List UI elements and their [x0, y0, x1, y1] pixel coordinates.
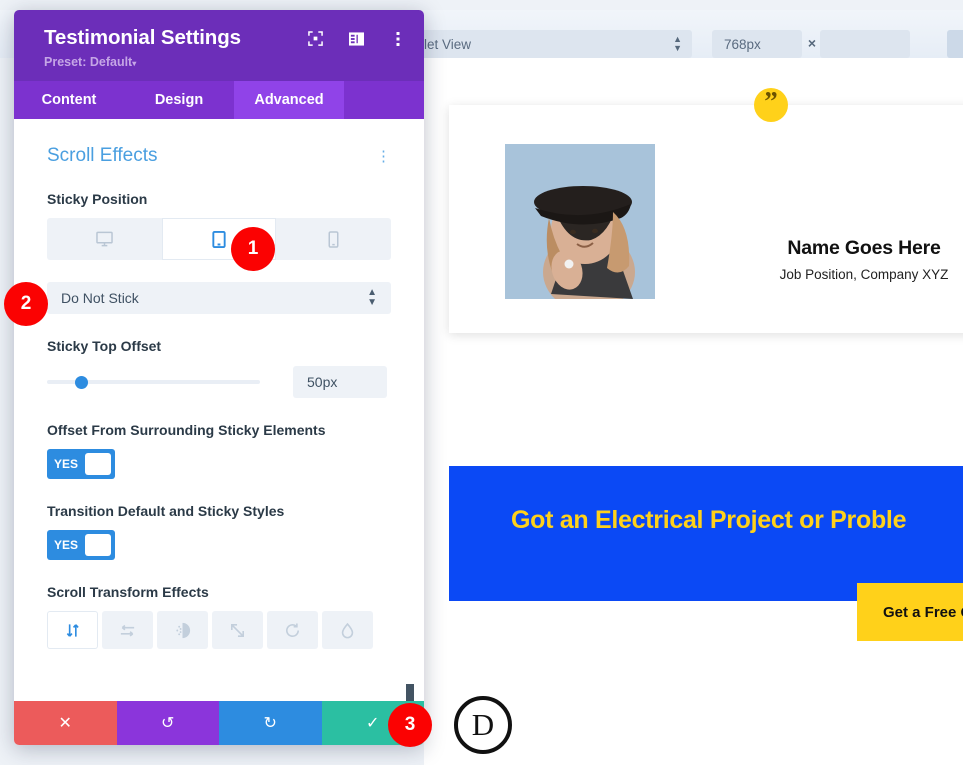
sticky-top-offset-label: Sticky Top Offset	[47, 338, 162, 355]
tab-advanced[interactable]: Advanced	[234, 81, 344, 119]
check-icon: ✓	[366, 715, 380, 732]
settings-body: Scroll Effects ⋮ Sticky Position Do Not …	[14, 119, 424, 701]
viewport-select[interactable]: let View ▲ ▼	[414, 30, 692, 58]
device-phone-button[interactable]	[276, 218, 391, 260]
scroll-transform-label: Scroll Transform Effects	[47, 584, 209, 601]
quote-icon: ”	[754, 88, 788, 122]
sticky-position-select[interactable]: Do Not Stick ▲ ▼	[47, 282, 391, 315]
section-more-icon[interactable]: ⋮	[376, 149, 391, 164]
dimension-separator: ×	[807, 35, 817, 51]
slider-handle[interactable]	[75, 375, 88, 389]
sticky-top-offset-row: 50px	[47, 365, 391, 398]
viewport-select-value: let View	[424, 36, 472, 52]
scroll-effects-section-header: Scroll Effects ⋮	[47, 145, 391, 167]
offset-surrounding-toggle-value: YES	[53, 456, 78, 471]
scroll-transform-effects-group	[47, 611, 391, 650]
settings-tabs: Content Design Advanced	[14, 81, 424, 119]
blur-icon[interactable]	[322, 611, 373, 650]
layout-panel-icon[interactable]	[348, 30, 365, 47]
device-desktop-button[interactable]	[47, 218, 162, 260]
toolbar-extra-button[interactable]	[947, 30, 963, 58]
horizontal-motion-icon[interactable]	[102, 611, 153, 650]
rotate-icon[interactable]	[267, 611, 318, 650]
undo-icon: ↺	[161, 715, 175, 732]
section-heading-clipped: TESTIMONIALS	[714, 58, 834, 63]
sticky-position-value: Do Not Stick	[61, 290, 139, 307]
testimonial-card[interactable]: ” Name Goes Here Job Position, Company X…	[449, 88, 963, 333]
toggle-knob	[85, 452, 111, 475]
viewport-width-input[interactable]: 768px	[712, 30, 802, 58]
cta-heading: Got an Electrical Project or Proble	[511, 506, 907, 534]
testimonial-role: Job Position, Company XYZ	[779, 267, 949, 282]
preset-selector[interactable]: Preset: Default▾	[44, 55, 404, 69]
vertical-motion-icon[interactable]	[47, 611, 98, 650]
toggle-knob	[85, 534, 111, 557]
caret-down-icon: ▾	[132, 59, 137, 68]
offset-surrounding-toggle[interactable]: YES	[47, 448, 115, 479]
redo-icon: ↻	[263, 715, 277, 732]
focus-icon[interactable]	[307, 30, 324, 47]
screen-root: let View ▲▼ 768px × TESTIMONIALS ”	[0, 0, 963, 765]
settings-header: Testimonial Settings Preset: Default▾	[14, 10, 424, 81]
page-preview-canvas: TESTIMONIALS ”	[424, 58, 963, 765]
settings-scrollbar-thumb[interactable]	[406, 684, 414, 701]
tab-design[interactable]: Design	[124, 81, 234, 119]
offset-surrounding-label: Offset From Surrounding Sticky Elements	[47, 421, 326, 438]
settings-header-icons	[307, 30, 406, 47]
preset-label: Preset: Default	[44, 55, 133, 69]
tabs-filler	[344, 81, 424, 119]
divi-logo: D	[454, 696, 512, 754]
transition-styles-label: Transition Default and Sticky Styles	[47, 502, 285, 519]
more-vertical-icon[interactable]	[389, 30, 406, 47]
sticky-top-offset-input[interactable]: 50px	[293, 365, 387, 398]
tab-content[interactable]: Content	[14, 81, 124, 119]
chevron-updown-icon: ▲ ▼	[367, 287, 377, 309]
sticky-position-device-toggle	[47, 218, 391, 261]
fade-icon[interactable]	[157, 611, 208, 650]
testimonial-portrait	[505, 144, 655, 299]
close-icon: ✕	[58, 715, 72, 732]
sticky-position-label: Sticky Position	[47, 191, 148, 207]
testimonial-settings-modal: Testimonial Settings Preset: Default▾ Co…	[14, 10, 424, 745]
tab-design-label: Design	[154, 92, 204, 108]
section-title: Scroll Effects	[47, 145, 158, 166]
chevron-updown-icon: ▲ ▼	[673, 34, 682, 53]
cta-button-label: Get a Free Q	[883, 603, 963, 621]
viewport-height-input[interactable]	[820, 30, 910, 58]
settings-footer: ✕ ↺ ↻ ✓	[14, 701, 424, 745]
undo-button[interactable]: ↺	[116, 701, 219, 745]
cancel-button[interactable]: ✕	[14, 701, 117, 745]
transition-styles-toggle[interactable]: YES	[47, 530, 115, 561]
scale-icon[interactable]	[212, 611, 263, 650]
callout-badge-3: 3	[388, 703, 432, 747]
tab-content-label: Content	[41, 92, 97, 108]
portrait-illustration	[505, 144, 655, 299]
transition-styles-toggle-value: YES	[53, 538, 78, 553]
sticky-top-offset-slider[interactable]	[47, 366, 260, 398]
tab-advanced-label: Advanced	[254, 92, 324, 108]
testimonial-name: Name Goes Here	[787, 237, 941, 259]
redo-button[interactable]: ↻	[219, 701, 322, 745]
callout-badge-2: 2	[4, 282, 48, 326]
callout-badge-1: 1	[231, 227, 275, 271]
sticky-top-offset-value: 50px	[307, 373, 338, 390]
cta-banner[interactable]: Got an Electrical Project or Proble Get …	[449, 466, 963, 641]
cta-button[interactable]: Get a Free Q	[857, 583, 963, 641]
viewport-width-value: 768px	[724, 36, 761, 52]
